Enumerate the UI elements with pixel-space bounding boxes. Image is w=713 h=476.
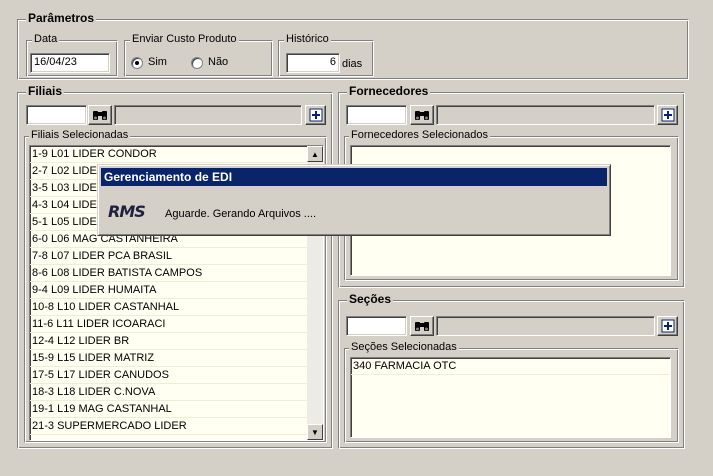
add-icon xyxy=(661,108,674,122)
list-item[interactable]: 340 FARMACIA OTC xyxy=(351,358,670,375)
list-item[interactable]: 21-3 SUPERMERCADO LIDER xyxy=(30,418,323,435)
filiais-add-button[interactable] xyxy=(305,105,326,125)
list-item[interactable]: 18-3 L18 LIDER C.NOVA xyxy=(30,384,323,401)
fornecedores-title: Fornecedores xyxy=(347,84,431,98)
secoes-description-field xyxy=(436,316,655,336)
rms-logo: RMS xyxy=(108,202,146,221)
add-icon xyxy=(661,319,674,333)
data-field[interactable]: 16/04/23 xyxy=(30,53,110,73)
list-item[interactable]: 9-4 L09 LIDER HUMAITA xyxy=(30,282,323,299)
fornecedores-add-button[interactable] xyxy=(657,105,678,125)
secoes-search-input[interactable] xyxy=(346,316,407,336)
filiais-search-button[interactable] xyxy=(88,105,112,125)
binoculars-icon xyxy=(415,322,429,331)
secoes-search-button[interactable] xyxy=(410,316,434,336)
filiais-selecionadas-title: Filiais Selecionadas xyxy=(29,129,131,141)
binoculars-icon xyxy=(93,111,107,120)
custo-label: Enviar Custo Produto xyxy=(130,33,239,45)
historico-unit: dias xyxy=(342,58,363,70)
filiais-search-input[interactable] xyxy=(26,105,87,125)
historico-field[interactable]: 6 xyxy=(286,53,340,73)
edi-dialog: Gerenciamento de EDI RMS Aguarde. Gerand… xyxy=(97,164,611,236)
data-label: Data xyxy=(32,33,60,45)
secoes-title: Seções xyxy=(347,292,394,306)
historico-label: Histórico xyxy=(284,33,331,45)
fornecedores-description-field xyxy=(436,105,655,125)
scroll-up-icon[interactable]: ▲ xyxy=(307,146,323,162)
add-icon xyxy=(309,108,322,122)
edi-dialog-title: Gerenciamento de EDI xyxy=(101,168,607,186)
radio-sim-label: Sim xyxy=(148,56,167,68)
list-item[interactable]: 7-8 L07 LIDER PCA BRASIL xyxy=(30,248,323,265)
secoes-items: 340 FARMACIA OTC xyxy=(351,358,670,375)
filiais-title: Filiais xyxy=(26,84,65,98)
secoes-list[interactable]: 340 FARMACIA OTC xyxy=(350,357,671,438)
binoculars-icon xyxy=(415,111,429,120)
list-item[interactable]: 8-6 L08 LIDER BATISTA CAMPOS xyxy=(30,265,323,282)
edi-dialog-message: Aguarde. Gerando Arquivos .... xyxy=(165,208,317,220)
list-item[interactable]: 10-8 L10 LIDER CASTANHAL xyxy=(30,299,323,316)
list-item[interactable]: 12-4 L12 LIDER BR xyxy=(30,333,323,350)
fornecedores-selecionados-title: Fornecedores Selecionados xyxy=(349,129,490,141)
radio-nao[interactable] xyxy=(191,57,203,69)
list-item[interactable]: 19-1 L19 MAG CASTANHAL xyxy=(30,401,323,418)
list-item[interactable]: 17-5 L17 LIDER CANUDOS xyxy=(30,367,323,384)
filiais-description-field xyxy=(114,105,302,125)
radio-sim[interactable] xyxy=(131,57,143,69)
secoes-selecionadas-title: Seções Selecionadas xyxy=(349,341,459,353)
fornecedores-search-button[interactable] xyxy=(410,105,434,125)
scroll-down-icon[interactable]: ▼ xyxy=(307,424,323,440)
parametros-title: Parâmetros xyxy=(26,11,97,25)
radio-nao-label: Não xyxy=(208,56,229,68)
secoes-add-button[interactable] xyxy=(657,316,678,336)
list-item[interactable]: 11-6 L11 LIDER ICOARACI xyxy=(30,316,323,333)
fornecedores-search-input[interactable] xyxy=(346,105,407,125)
list-item[interactable]: 15-9 L15 LIDER MATRIZ xyxy=(30,350,323,367)
list-item[interactable]: 1-9 L01 LIDER CONDOR xyxy=(30,146,323,163)
